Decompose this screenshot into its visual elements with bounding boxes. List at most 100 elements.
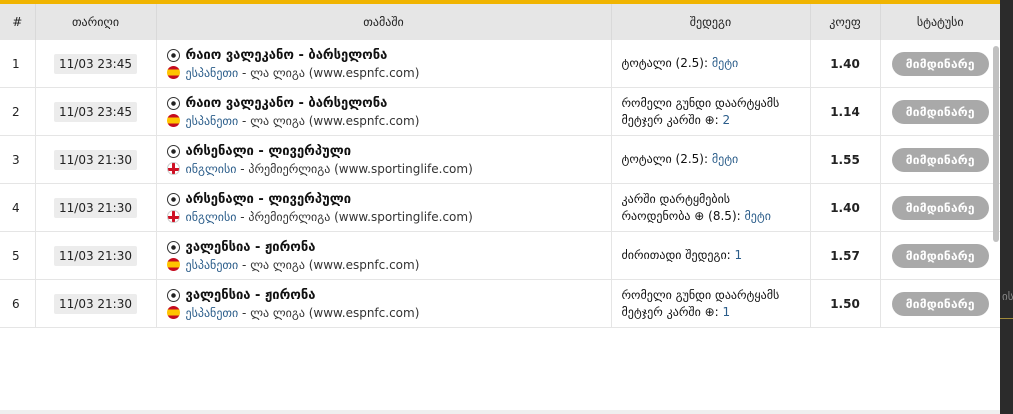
- table-row[interactable]: 4 11/03 21:30 არსენალი - ლივერპული ინგლი…: [0, 183, 1000, 232]
- row-match-cell: არსენალი - ლივერპული ინგლისი - პრემიერლი…: [156, 135, 612, 184]
- edge-text: ის: [1002, 290, 1013, 303]
- status-badge[interactable]: მიმდინარე: [891, 291, 989, 316]
- table-row[interactable]: 5 11/03 21:30 ვალენსია - ჟირონა ესპანეთი…: [0, 231, 1000, 280]
- status-badge[interactable]: მიმდინარე: [891, 195, 989, 220]
- bet-text-2: მეტჯერ კარში ⊕:: [621, 304, 723, 319]
- row-number: 1: [0, 40, 36, 88]
- status-badge[interactable]: მიმდინარე: [891, 147, 989, 172]
- table-header-row: # თარიღი თამაში შედეგი კოეფ სტატუსი: [0, 4, 1000, 40]
- row-match-cell: რაიო ვალეკანო - ბარსელონა ესპანეთი - ლა …: [156, 40, 612, 88]
- row-status-cell: მიმდინარე: [880, 40, 1000, 88]
- bet-line-1: ტოტალი (2.5): მეტი: [622, 151, 810, 168]
- row-date-cell: 11/03 23:45: [35, 40, 157, 88]
- bet-text-2: რაოდენობა ⊕ (8.5):: [621, 208, 745, 223]
- england-flag-icon: [166, 210, 180, 223]
- column-header-status[interactable]: სტატუსი: [880, 4, 1000, 40]
- row-status-cell: მიმდინარე: [880, 231, 1000, 280]
- match-title[interactable]: არსენალი - ლივერპული: [186, 144, 352, 159]
- row-bet-cell: რომელი გუნდი დაარტყამს მეტჯერ კარში ⊕: 2: [611, 87, 811, 136]
- column-header-number[interactable]: #: [0, 4, 36, 40]
- bet-line-2: მეტჯერ კარში ⊕: 2: [622, 112, 810, 129]
- match-time: 11/03 21:30: [54, 197, 137, 218]
- bet-line-1: ტოტალი (2.5): მეტი: [622, 55, 810, 72]
- row-coef: 1.14: [810, 87, 881, 136]
- bets-table: # თარიღი თამაში შედეგი კოეფ სტატუსი 1 11…: [0, 4, 1000, 328]
- match-league-line: ესპანეთი - ლა ლიგა (www.espnfc.com): [166, 304, 611, 321]
- bet-line-2: მეტჯერ კარში ⊕: 1: [622, 304, 810, 321]
- match-time: 11/03 23:45: [54, 53, 137, 74]
- row-bet-cell: რომელი გუნდი დაარტყამს მეტჯერ კარში ⊕: 1: [611, 279, 811, 328]
- bottom-strip: [0, 410, 1000, 414]
- row-bet-cell: კარში დარტყმების რაოდენობა ⊕ (8.5): მეტი: [611, 183, 811, 232]
- football-icon: [166, 96, 180, 110]
- row-date-cell: 11/03 21:30: [35, 183, 157, 232]
- bet-value-2: 2: [722, 112, 731, 127]
- bet-text-2: მეტჯერ კარში ⊕:: [621, 112, 723, 127]
- bet-text-1: ძირითადი შედეგი:: [621, 248, 735, 262]
- league-name: - ლა ლიგა (www.espnfc.com): [238, 65, 420, 80]
- league-country[interactable]: ინგლისი: [186, 210, 237, 224]
- status-badge[interactable]: მიმდინარე: [891, 243, 989, 268]
- match-title-line: ვალენსია - ჟირონა: [166, 238, 611, 256]
- bet-value-1: მეტი: [711, 152, 739, 166]
- bet-text-1: რომელი გუნდი დაარტყამს: [621, 95, 780, 110]
- vertical-scrollbar[interactable]: [993, 46, 999, 242]
- row-match-cell: ვალენსია - ჟირონა ესპანეთი - ლა ლიგა (ww…: [156, 231, 612, 280]
- match-title[interactable]: არსენალი - ლივერპული: [186, 192, 352, 207]
- status-badge[interactable]: მიმდინარე: [891, 51, 989, 76]
- england-flag-icon: [166, 162, 180, 175]
- row-date-cell: 11/03 23:45: [35, 87, 157, 136]
- row-match-cell: ვალენსია - ჟირონა ესპანეთი - ლა ლიგა (ww…: [156, 279, 612, 328]
- bet-line-1: რომელი გუნდი დაარტყამს: [622, 287, 810, 304]
- league-name: - ლა ლიგა (www.espnfc.com): [238, 305, 420, 320]
- column-header-coef[interactable]: კოეფ: [810, 4, 881, 40]
- league-country[interactable]: ესპანეთი: [186, 306, 239, 320]
- match-time: 11/03 21:30: [54, 293, 137, 314]
- bet-text-1: ტოტალი (2.5):: [621, 152, 712, 166]
- football-icon: [166, 192, 180, 206]
- row-coef: 1.57: [810, 231, 881, 280]
- bet-value-1: მეტი: [711, 56, 739, 70]
- table-row[interactable]: 2 11/03 23:45 რაიო ვალეკანო - ბარსელონა …: [0, 87, 1000, 136]
- row-status-cell: მიმდინარე: [880, 183, 1000, 232]
- football-icon: [166, 48, 180, 62]
- column-header-bet[interactable]: შედეგი: [611, 4, 811, 40]
- status-badge[interactable]: მიმდინარე: [891, 99, 989, 124]
- bet-line-1: კარში დარტყმების: [622, 191, 810, 208]
- bet-value-1: 1: [734, 248, 743, 262]
- column-header-date[interactable]: თარიღი: [35, 4, 157, 40]
- match-league-line: ინგლისი - პრემიერლიგა (www.sportinglife.…: [166, 160, 611, 177]
- spain-flag-icon: [166, 258, 180, 271]
- match-league-line: ინგლისი - პრემიერლიგა (www.sportinglife.…: [166, 208, 611, 225]
- table-row[interactable]: 3 11/03 21:30 არსენალი - ლივერპული ინგლი…: [0, 135, 1000, 184]
- row-match-cell: არსენალი - ლივერპული ინგლისი - პრემიერლი…: [156, 183, 612, 232]
- row-number: 6: [0, 279, 36, 328]
- league-country[interactable]: ესპანეთი: [186, 258, 239, 272]
- match-title[interactable]: ვალენსია - ჟირონა: [186, 288, 316, 303]
- spain-flag-icon: [166, 114, 180, 127]
- league-country[interactable]: ესპანეთი: [186, 114, 239, 128]
- match-title[interactable]: ვალენსია - ჟირონა: [186, 240, 316, 255]
- table-row[interactable]: 1 11/03 23:45 რაიო ვალეკანო - ბარსელონა …: [0, 40, 1000, 88]
- bet-line-2: რაოდენობა ⊕ (8.5): მეტი: [622, 208, 810, 225]
- football-icon: [166, 144, 180, 158]
- column-header-match[interactable]: თამაში: [156, 4, 612, 40]
- table-row[interactable]: 6 11/03 21:30 ვალენსია - ჟირონა ესპანეთი…: [0, 279, 1000, 328]
- match-title-line: არსენალი - ლივერპული: [166, 190, 611, 208]
- match-league-line: ესპანეთი - ლა ლიგა (www.espnfc.com): [166, 112, 611, 129]
- row-status-cell: მიმდინარე: [880, 279, 1000, 328]
- football-icon: [166, 240, 180, 254]
- match-title[interactable]: რაიო ვალეკანო - ბარსელონა: [186, 96, 388, 111]
- league-country[interactable]: ინგლისი: [186, 162, 237, 176]
- league-name: - პრემიერლიგა (www.sportinglife.com): [236, 209, 473, 224]
- row-number: 4: [0, 183, 36, 232]
- league-name: - ლა ლიგა (www.espnfc.com): [238, 113, 420, 128]
- league-country[interactable]: ესპანეთი: [186, 66, 239, 80]
- match-time: 11/03 21:30: [54, 245, 137, 266]
- match-title[interactable]: რაიო ვალეკანო - ბარსელონა: [186, 48, 388, 63]
- edge-divider: [1000, 318, 1013, 319]
- row-number: 3: [0, 135, 36, 184]
- bet-value-2: მეტი: [744, 208, 771, 223]
- row-bet-cell: ძირითადი შედეგი: 1: [611, 231, 811, 280]
- match-time: 11/03 21:30: [54, 149, 137, 170]
